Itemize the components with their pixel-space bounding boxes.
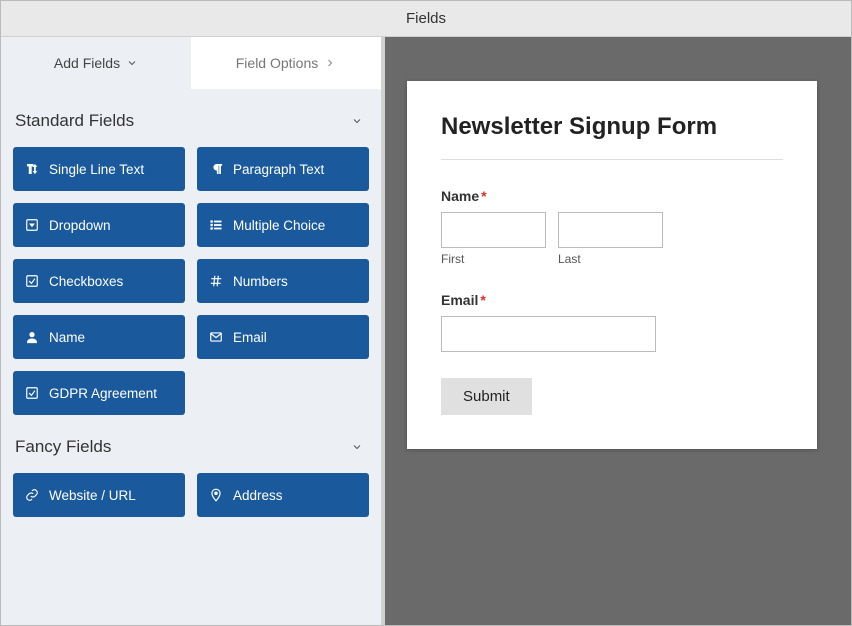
field-numbers[interactable]: Numbers: [197, 259, 369, 303]
required-asterisk: *: [481, 188, 486, 204]
submit-label: Submit: [463, 388, 510, 405]
main-layout: Add Fields Field Options Standard Fields…: [1, 37, 851, 625]
first-sublabel: First: [441, 252, 546, 266]
fancy-fields-grid: Website / URL Address: [13, 467, 369, 517]
field-label: Single Line Text: [49, 162, 144, 177]
field-multiple-choice[interactable]: Multiple Choice: [197, 203, 369, 247]
tab-field-options[interactable]: Field Options: [191, 37, 381, 89]
field-name[interactable]: Name: [13, 315, 185, 359]
map-pin-icon: [209, 488, 223, 502]
envelope-icon: [209, 330, 223, 344]
check-square-icon: [25, 274, 39, 288]
form-card: Newsletter Signup Form Name* First Last: [407, 81, 817, 449]
group-title: Fancy Fields: [15, 437, 111, 457]
window-title: Fields: [406, 10, 446, 27]
tab-label: Add Fields: [54, 55, 120, 71]
name-label: Name*: [441, 188, 783, 204]
form-field-email: Email*: [441, 292, 783, 352]
field-label: Paragraph Text: [233, 162, 324, 177]
last-name-input[interactable]: [558, 212, 663, 248]
field-dropdown[interactable]: Dropdown: [13, 203, 185, 247]
email-input[interactable]: [441, 316, 656, 352]
tab-add-fields[interactable]: Add Fields: [1, 37, 191, 89]
list-ul-icon: [209, 218, 223, 232]
user-icon: [25, 330, 39, 344]
field-single-line-text[interactable]: Single Line Text: [13, 147, 185, 191]
field-website-url[interactable]: Website / URL: [13, 473, 185, 517]
chevron-down-icon: [351, 441, 363, 453]
hash-icon: [209, 274, 223, 288]
field-label: Email: [233, 330, 267, 345]
chevron-right-icon: [324, 57, 336, 69]
submit-button[interactable]: Submit: [441, 378, 532, 415]
field-address[interactable]: Address: [197, 473, 369, 517]
standard-fields-grid: Single Line Text Paragraph Text Dropdown…: [13, 141, 369, 415]
window-titlebar: Fields: [1, 1, 851, 37]
tab-label: Field Options: [236, 55, 318, 71]
sidebar-tabs: Add Fields Field Options: [1, 37, 381, 89]
group-title: Standard Fields: [15, 111, 134, 131]
link-icon: [25, 488, 39, 502]
required-asterisk: *: [480, 292, 485, 308]
field-label: Numbers: [233, 274, 288, 289]
field-gdpr-agreement[interactable]: GDPR Agreement: [13, 371, 185, 415]
field-label: Multiple Choice: [233, 218, 325, 233]
field-paragraph-text[interactable]: Paragraph Text: [197, 147, 369, 191]
field-label: Checkboxes: [49, 274, 123, 289]
field-label: Dropdown: [49, 218, 111, 233]
chevron-down-icon: [126, 57, 138, 69]
paragraph-icon: [209, 162, 223, 176]
group-fancy-header[interactable]: Fancy Fields: [13, 415, 369, 467]
text-height-icon: [25, 162, 39, 176]
field-checkboxes[interactable]: Checkboxes: [13, 259, 185, 303]
check-square-icon: [25, 386, 39, 400]
chevron-down-icon: [351, 115, 363, 127]
email-label: Email*: [441, 292, 783, 308]
fields-sidebar: Add Fields Field Options Standard Fields…: [1, 37, 385, 625]
field-label: Address: [233, 488, 283, 503]
form-field-name: Name* First Last: [441, 188, 783, 266]
field-label: Website / URL: [49, 488, 136, 503]
last-sublabel: Last: [558, 252, 663, 266]
name-row: First Last: [441, 212, 783, 266]
form-title: Newsletter Signup Form: [441, 113, 783, 160]
fields-panel-body: Standard Fields Single Line Text Paragra…: [1, 89, 381, 625]
group-standard-header[interactable]: Standard Fields: [13, 89, 369, 141]
field-label: GDPR Agreement: [49, 386, 157, 401]
field-email[interactable]: Email: [197, 315, 369, 359]
caret-square-icon: [25, 218, 39, 232]
first-name-input[interactable]: [441, 212, 546, 248]
form-preview-area: Newsletter Signup Form Name* First Last: [385, 37, 851, 625]
field-label: Name: [49, 330, 85, 345]
